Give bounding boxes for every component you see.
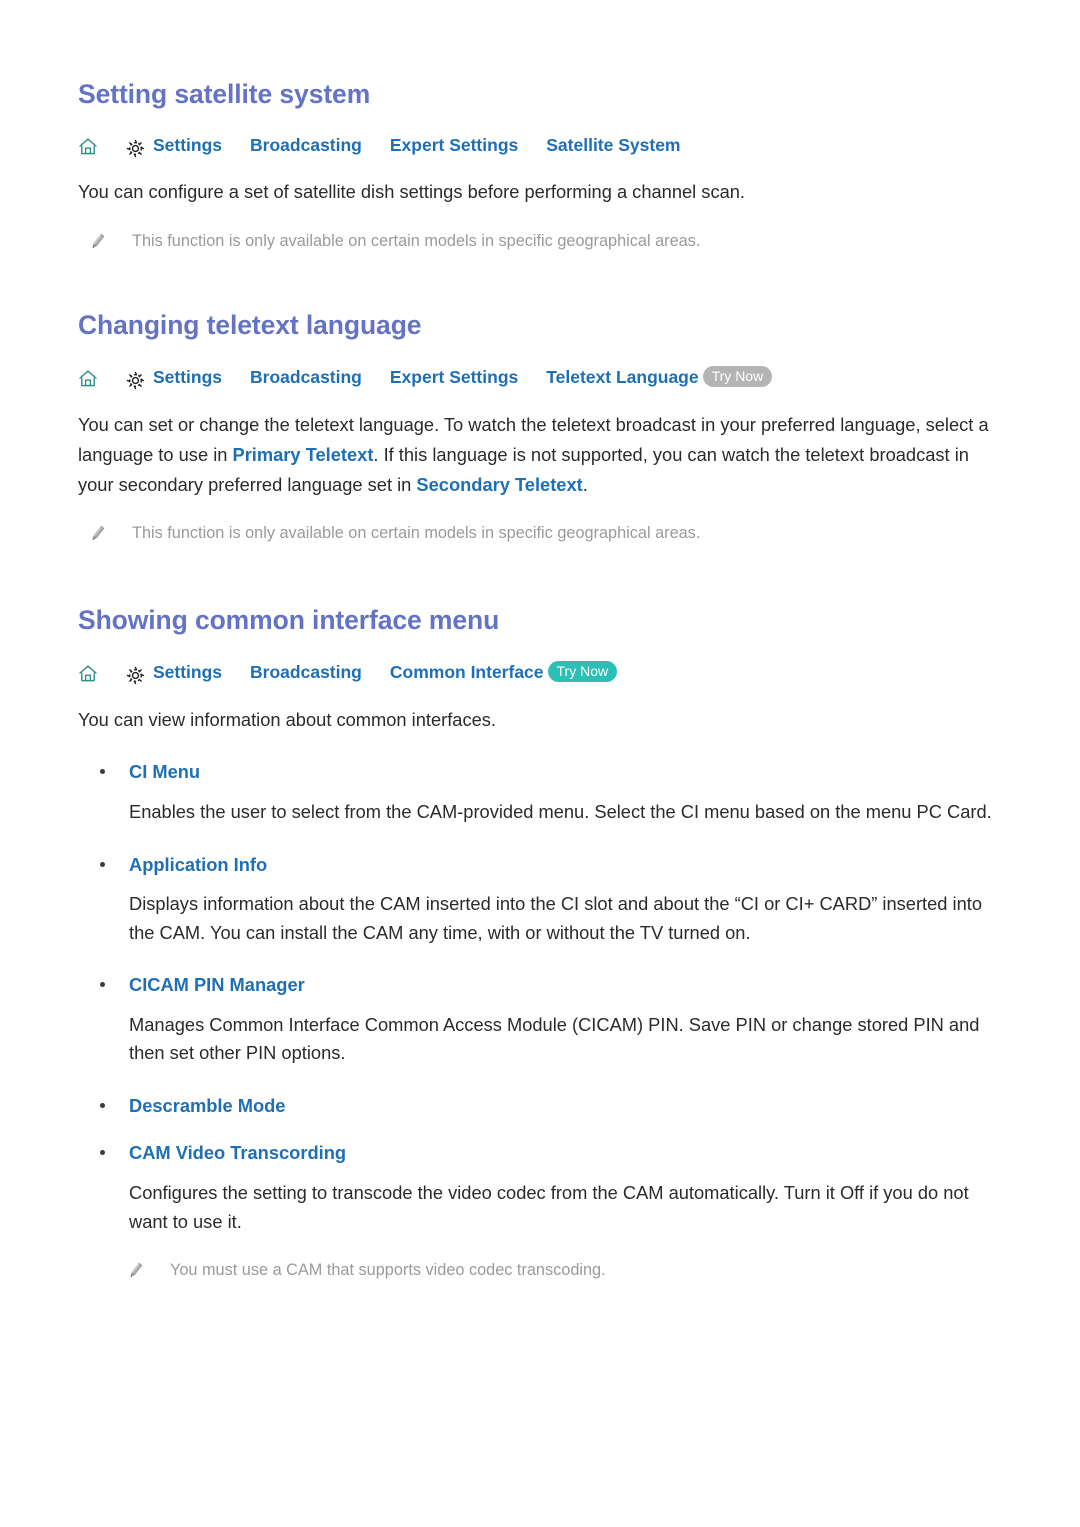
list-item: CI Menu Enables the user to select from … (78, 760, 1002, 826)
breadcrumb-item-settings[interactable]: Settings (153, 369, 222, 387)
home-icon[interactable] (78, 369, 98, 388)
link-secondary-teletext[interactable]: Secondary Teletext (416, 474, 582, 495)
section-satellite-system: Setting satellite system Settings Broadc… (78, 78, 1002, 253)
page-title-teletext: Changing teletext language (78, 310, 422, 341)
document-page: Setting satellite system Settings Broadc… (0, 0, 1080, 1527)
gear-icon[interactable] (126, 371, 145, 390)
bullet-dot-icon (100, 982, 105, 988)
note-text: You must use a CAM that supports video c… (170, 1260, 606, 1279)
bullet-label-cicam-pin-manager[interactable]: CICAM PIN Manager (129, 973, 305, 997)
breadcrumb-common-interface: Settings Broadcasting Common Interface T… (78, 660, 1002, 685)
breadcrumb-item-expert-settings[interactable]: Expert Settings (390, 136, 518, 155)
section-body-common-interface: You can view information about common in… (78, 708, 496, 730)
breadcrumb-item-teletext-language[interactable]: Teletext Language (546, 369, 698, 387)
breadcrumb-item-common-interface[interactable]: Common Interface (390, 663, 544, 682)
list-item: Application Info Displays information ab… (78, 853, 1002, 948)
note-text: This function is only available on certa… (132, 524, 701, 543)
bullet-description: Displays information about the CAM inser… (129, 893, 983, 943)
bullet-header: CAM Video Transcording (78, 1141, 1002, 1165)
note-common-interface: You must use a CAM that supports video c… (78, 1258, 1002, 1282)
bullet-description: Enables the user to select from the CAM-… (129, 801, 992, 823)
list-item: CICAM PIN Manager Manages Common Interfa… (78, 973, 1002, 1068)
bullet-label-cam-video-transcording[interactable]: CAM Video Transcording (129, 1141, 346, 1165)
breadcrumb-item-broadcasting[interactable]: Broadcasting (250, 369, 362, 387)
bullet-header: CI Menu (78, 760, 1002, 784)
document-content: Setting satellite system Settings Broadc… (0, 0, 1080, 1282)
breadcrumb-satellite: Settings Broadcasting Expert Settings Sa… (78, 136, 1002, 158)
breadcrumb-teletext: Settings Broadcasting Expert Settings Te… (78, 366, 1002, 390)
bullet-header: Descramble Mode (78, 1094, 1002, 1118)
breadcrumb-item-expert-settings[interactable]: Expert Settings (390, 369, 518, 387)
section-body-teletext: You can set or change the teletext langu… (78, 410, 1002, 499)
breadcrumb-item-satellite-system[interactable]: Satellite System (546, 136, 680, 155)
bullet-dot-icon (100, 1102, 105, 1108)
try-now-badge[interactable]: Try Now (702, 366, 773, 388)
bullet-label-application-info[interactable]: Application Info (129, 853, 267, 877)
try-now-badge[interactable]: Try Now (547, 660, 618, 682)
pencil-icon (126, 1261, 144, 1281)
home-icon[interactable] (78, 137, 98, 156)
bullet-dot-icon (100, 861, 105, 867)
gear-icon[interactable] (126, 666, 145, 685)
bullet-label-descramble-mode[interactable]: Descramble Mode (129, 1094, 285, 1118)
bullet-dot-icon (100, 1150, 105, 1156)
bullet-label-ci-menu[interactable]: CI Menu (129, 760, 200, 784)
bullet-description: Configures the setting to transcode the … (129, 1182, 969, 1232)
breadcrumb-item-broadcasting[interactable]: Broadcasting (250, 136, 362, 155)
page-title-satellite: Setting satellite system (78, 79, 371, 109)
body-text-part-3: . (582, 473, 588, 495)
list-item: CAM Video Transcording Configures the se… (78, 1141, 1002, 1236)
breadcrumb-item-settings[interactable]: Settings (153, 136, 222, 155)
bullet-header: Application Info (78, 853, 1002, 877)
breadcrumb-item-broadcasting[interactable]: Broadcasting (250, 663, 362, 682)
home-icon[interactable] (78, 664, 98, 683)
note-teletext: This function is only available on certa… (78, 521, 1002, 545)
note-text: This function is only available on certa… (132, 231, 701, 250)
breadcrumb-item-settings[interactable]: Settings (153, 663, 222, 682)
bullet-description: Manages Common Interface Common Access M… (129, 1013, 980, 1064)
gear-icon[interactable] (126, 139, 145, 158)
section-common-interface: Showing common interface menu Settings B… (78, 604, 1002, 1283)
pencil-icon (88, 232, 106, 252)
bullet-dot-icon (100, 769, 105, 775)
section-body-satellite: You can configure a set of satellite dis… (78, 181, 745, 203)
section-teletext-language: Changing teletext language Settings Broa… (78, 309, 1002, 545)
note-satellite: This function is only available on certa… (78, 229, 1002, 253)
link-primary-teletext[interactable]: Primary Teletext (233, 444, 374, 465)
page-title-common-interface: Showing common interface menu (78, 604, 500, 635)
list-item: Descramble Mode (78, 1094, 1002, 1118)
pencil-icon (88, 524, 106, 544)
bullet-header: CICAM PIN Manager (78, 973, 1002, 997)
